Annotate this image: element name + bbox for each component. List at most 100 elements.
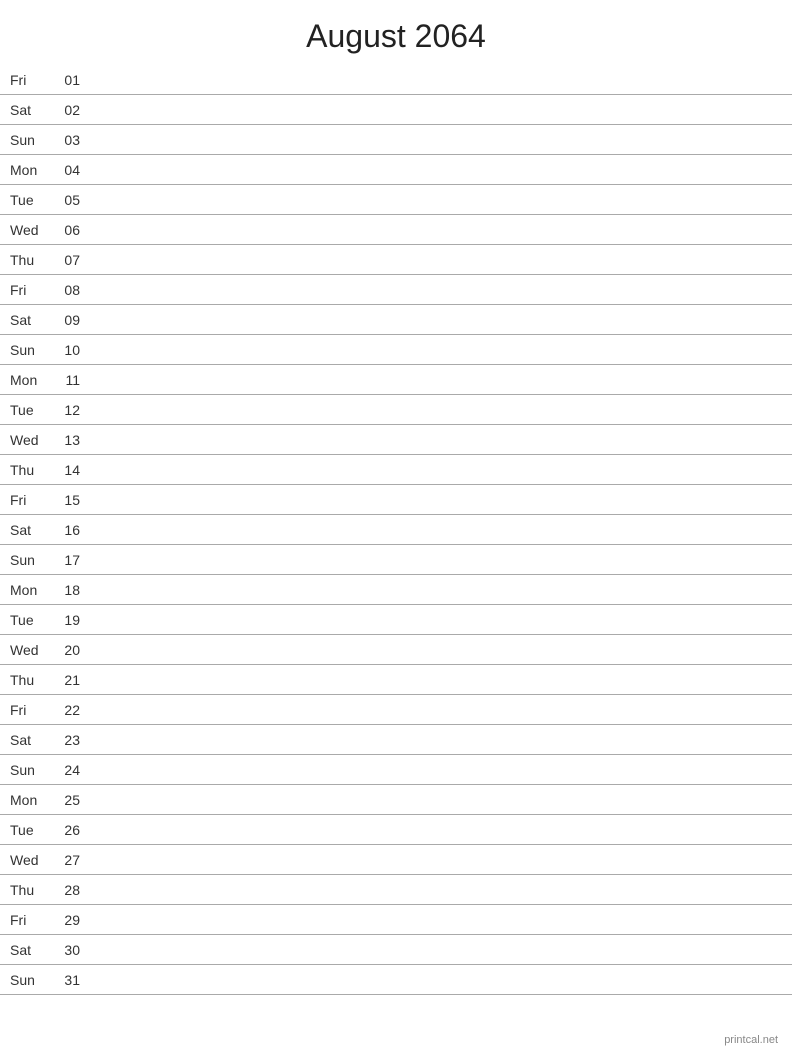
- day-name: Wed: [10, 222, 50, 238]
- day-name: Fri: [10, 72, 50, 88]
- day-line: [90, 349, 782, 350]
- calendar-row: Tue05: [0, 185, 792, 215]
- calendar-row: Sat09: [0, 305, 792, 335]
- day-number: 08: [50, 282, 80, 298]
- day-number: 02: [50, 102, 80, 118]
- day-line: [90, 979, 782, 980]
- day-line: [90, 229, 782, 230]
- calendar-row: Sun17: [0, 545, 792, 575]
- day-name: Sun: [10, 972, 50, 988]
- day-name: Sat: [10, 312, 50, 328]
- calendar-row: Thu28: [0, 875, 792, 905]
- day-name: Tue: [10, 822, 50, 838]
- day-number: 05: [50, 192, 80, 208]
- calendar-row: Thu21: [0, 665, 792, 695]
- day-name: Fri: [10, 282, 50, 298]
- calendar-row: Sat02: [0, 95, 792, 125]
- day-number: 28: [50, 882, 80, 898]
- day-name: Wed: [10, 432, 50, 448]
- day-number: 26: [50, 822, 80, 838]
- day-name: Sat: [10, 942, 50, 958]
- day-line: [90, 319, 782, 320]
- day-name: Fri: [10, 912, 50, 928]
- day-name: Mon: [10, 162, 50, 178]
- day-number: 19: [50, 612, 80, 628]
- day-line: [90, 679, 782, 680]
- calendar-row: Fri01: [0, 65, 792, 95]
- day-number: 12: [50, 402, 80, 418]
- calendar-row: Fri22: [0, 695, 792, 725]
- day-name: Sat: [10, 102, 50, 118]
- day-number: 13: [50, 432, 80, 448]
- day-number: 03: [50, 132, 80, 148]
- day-name: Thu: [10, 672, 50, 688]
- day-name: Mon: [10, 582, 50, 598]
- calendar-row: Mon11: [0, 365, 792, 395]
- day-line: [90, 799, 782, 800]
- calendar-row: Wed06: [0, 215, 792, 245]
- day-name: Wed: [10, 852, 50, 868]
- day-line: [90, 499, 782, 500]
- day-line: [90, 739, 782, 740]
- day-line: [90, 409, 782, 410]
- calendar-row: Sun03: [0, 125, 792, 155]
- day-line: [90, 649, 782, 650]
- page-title: August 2064: [0, 0, 792, 65]
- calendar-row: Wed13: [0, 425, 792, 455]
- day-line: [90, 829, 782, 830]
- day-number: 30: [50, 942, 80, 958]
- day-name: Thu: [10, 882, 50, 898]
- day-name: Fri: [10, 702, 50, 718]
- day-name: Wed: [10, 642, 50, 658]
- day-line: [90, 859, 782, 860]
- calendar-row: Wed27: [0, 845, 792, 875]
- day-name: Sat: [10, 732, 50, 748]
- day-number: 11: [50, 372, 80, 388]
- day-line: [90, 469, 782, 470]
- day-line: [90, 289, 782, 290]
- day-name: Sun: [10, 342, 50, 358]
- calendar-row: Fri15: [0, 485, 792, 515]
- calendar-row: Mon04: [0, 155, 792, 185]
- calendar-row: Sat30: [0, 935, 792, 965]
- day-line: [90, 529, 782, 530]
- day-name: Sun: [10, 132, 50, 148]
- day-number: 10: [50, 342, 80, 358]
- day-number: 25: [50, 792, 80, 808]
- day-number: 29: [50, 912, 80, 928]
- calendar-row: Fri29: [0, 905, 792, 935]
- calendar-row: Sat23: [0, 725, 792, 755]
- day-number: 17: [50, 552, 80, 568]
- day-number: 27: [50, 852, 80, 868]
- day-line: [90, 949, 782, 950]
- day-number: 15: [50, 492, 80, 508]
- day-line: [90, 559, 782, 560]
- day-line: [90, 589, 782, 590]
- day-number: 09: [50, 312, 80, 328]
- day-name: Sun: [10, 552, 50, 568]
- day-name: Sun: [10, 762, 50, 778]
- day-name: Tue: [10, 612, 50, 628]
- day-name: Sat: [10, 522, 50, 538]
- day-number: 24: [50, 762, 80, 778]
- day-line: [90, 169, 782, 170]
- day-line: [90, 769, 782, 770]
- day-line: [90, 199, 782, 200]
- day-line: [90, 619, 782, 620]
- calendar-row: Sat16: [0, 515, 792, 545]
- day-line: [90, 709, 782, 710]
- day-line: [90, 139, 782, 140]
- day-number: 16: [50, 522, 80, 538]
- day-line: [90, 109, 782, 110]
- day-name: Mon: [10, 372, 50, 388]
- day-number: 20: [50, 642, 80, 658]
- calendar-row: Tue12: [0, 395, 792, 425]
- calendar-row: Thu14: [0, 455, 792, 485]
- day-number: 14: [50, 462, 80, 478]
- calendar-row: Fri08: [0, 275, 792, 305]
- footer-label: printcal.net: [724, 1034, 778, 1046]
- day-line: [90, 259, 782, 260]
- calendar-row: Thu07: [0, 245, 792, 275]
- calendar-row: Tue26: [0, 815, 792, 845]
- day-number: 22: [50, 702, 80, 718]
